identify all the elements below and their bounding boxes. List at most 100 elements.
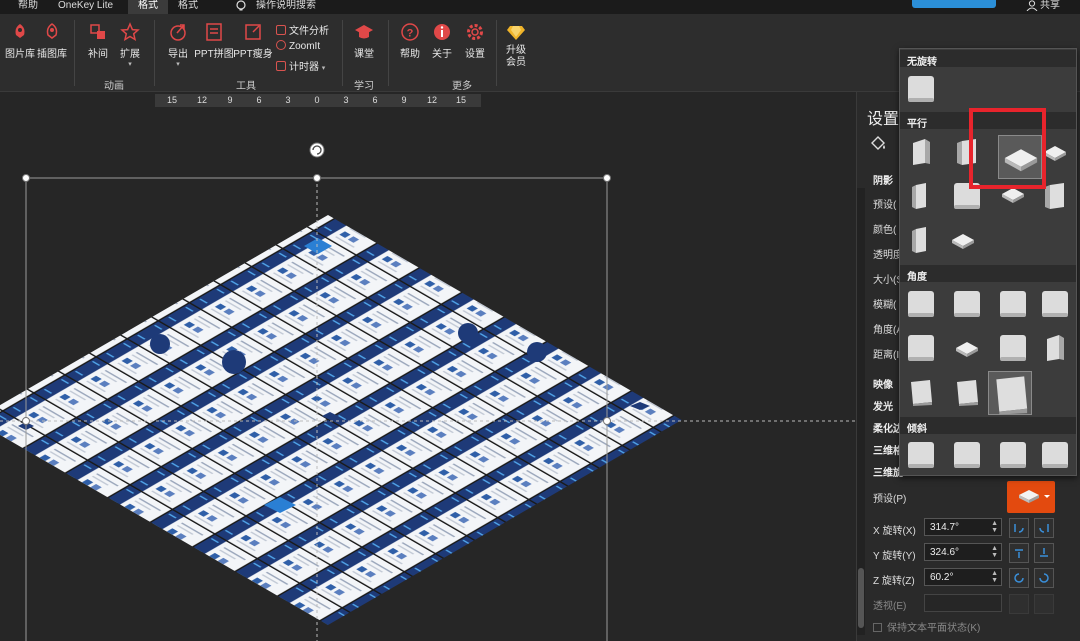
section-perspective: 角度	[900, 265, 1076, 283]
x-rotation-input[interactable]: 314.7° ▲ ▼	[924, 518, 1002, 536]
rotation-preset-label: 预设(P)	[873, 494, 907, 505]
rotate-up-button[interactable]	[1009, 543, 1029, 563]
course-button[interactable]: 课堂	[344, 22, 384, 60]
ruler-tick: 6	[256, 95, 262, 105]
timer-icon	[276, 61, 286, 71]
rotate-left-button[interactable]	[1009, 518, 1029, 538]
tab-format-active[interactable]: 格式	[128, 0, 168, 14]
rotate-down-button[interactable]	[1034, 543, 1054, 563]
rotate-down-icon	[1040, 548, 1048, 557]
rocket-icon	[15, 24, 25, 38]
preset-shape-icon	[1000, 442, 1026, 468]
preset-shape-icon	[957, 380, 978, 406]
isometric-slide-collage[interactable]	[0, 108, 856, 641]
preset-shape-icon	[913, 139, 930, 165]
paint-bucket-icon[interactable]	[869, 134, 887, 152]
rotate-ccw-icon	[1014, 573, 1024, 583]
z-rotation-input[interactable]: 60.2° ▲ ▼	[924, 568, 1002, 586]
pane-scrollbar-thumb[interactable]	[858, 568, 864, 628]
perspective-input	[924, 594, 1002, 612]
rotation-preset-tile[interactable]	[906, 333, 936, 363]
rotation-preset-tile[interactable]	[998, 440, 1028, 470]
rotation-preset-dropdown[interactable]	[1007, 481, 1055, 513]
y-rotation-input[interactable]: 324.6° ▲ ▼	[924, 543, 1002, 561]
rotation-preset-tile[interactable]	[952, 440, 982, 470]
rotate-cw-button[interactable]	[1034, 568, 1054, 588]
rotation-preset-tile[interactable]	[1040, 289, 1070, 319]
rotation-preset-tile[interactable]	[948, 225, 978, 255]
rotation-preset-tile[interactable]	[906, 377, 936, 407]
checkbox-box	[873, 623, 882, 632]
ppt-collage-button[interactable]: PPT拼图	[193, 22, 235, 60]
preset-shape-icon	[1000, 291, 1026, 317]
preset-shape-icon	[954, 291, 980, 317]
divider	[74, 20, 75, 86]
extend-button[interactable]: 扩展 ▾	[110, 22, 150, 68]
about-label: 关于	[432, 49, 452, 60]
preset-shape-icon	[908, 291, 934, 317]
slide-canvas[interactable]	[0, 108, 856, 641]
rotation-preset-tile[interactable]	[906, 225, 936, 255]
blur-label: 模糊(	[873, 300, 897, 311]
preset-shape-icon	[912, 227, 926, 253]
sync-badge[interactable]	[912, 0, 996, 8]
tab-bar: 帮助 OneKey Lite 格式 格式 操作说明搜索 共享	[0, 0, 1080, 14]
spinner-arrows-icon[interactable]: ▲ ▼	[991, 520, 998, 534]
search-help-input[interactable]: 操作说明搜索	[256, 0, 316, 14]
zoomit-button[interactable]: ZoomIt	[276, 40, 320, 52]
spinner-arrows-icon[interactable]: ▲ ▼	[991, 570, 998, 584]
rotation-preset-tile[interactable]	[1040, 333, 1070, 363]
course-label: 课堂	[354, 49, 374, 60]
ruler-tick: 9	[401, 95, 407, 105]
shadow-label[interactable]: 阴影	[873, 172, 893, 187]
rotate-ccw-button[interactable]	[1009, 568, 1029, 588]
ruler-tick: 12	[196, 95, 207, 105]
rotation-preset-tile[interactable]	[998, 289, 1028, 319]
glow-label[interactable]: 发光	[873, 398, 893, 413]
export-button[interactable]: 导出 ▾	[158, 22, 198, 68]
rotation-preset-tile[interactable]	[906, 137, 936, 167]
tab-onekey-lite[interactable]: OneKey Lite	[58, 0, 113, 14]
preset-shape-icon	[1047, 335, 1064, 361]
rotation-preset-tile[interactable]	[988, 371, 1032, 415]
rotation-preset-tile[interactable]	[906, 181, 936, 211]
rotation-preset-tile[interactable]	[952, 289, 982, 319]
share-button[interactable]: 共享	[1040, 0, 1060, 14]
illustration-library-button[interactable]: 插图库	[32, 22, 72, 60]
rotation-preset-tile[interactable]	[906, 289, 936, 319]
rotation-preset-tile[interactable]	[952, 377, 982, 407]
illustration-library-label: 插图库	[37, 49, 67, 60]
upgrade-member-label: 升级会员	[506, 45, 526, 68]
user-icon[interactable]	[1026, 0, 1038, 11]
section-oblique: 倾斜	[900, 417, 1076, 435]
svg-text:?: ?	[407, 28, 414, 40]
timer-label: 计时器	[289, 62, 319, 73]
tab-format[interactable]: 格式	[178, 0, 198, 14]
rotation-preset-tile[interactable]	[906, 440, 936, 470]
spinner-arrows-icon[interactable]: ▲ ▼	[991, 545, 998, 559]
x-rotation-value: 314.7°	[930, 522, 960, 533]
divider	[388, 20, 389, 86]
ppt-slim-button[interactable]: PPT瘦身	[232, 22, 274, 60]
rotation-preset-tile[interactable]	[952, 333, 982, 363]
ruler-tick: 12	[426, 95, 437, 105]
file-analysis-button[interactable]: 文件分析	[276, 22, 329, 37]
timer-button[interactable]: 计时器 ▾	[276, 58, 325, 73]
rotation-preset-tile[interactable]	[1040, 440, 1070, 470]
group-label-more: 更多	[452, 81, 472, 92]
reflection-label[interactable]: 映像	[873, 376, 893, 391]
preset-shape-icon	[911, 380, 932, 406]
pane-scrollbar[interactable]	[857, 188, 865, 635]
upgrade-member-button[interactable]: 升级会员	[496, 22, 536, 69]
rotate-handle-icon[interactable]	[309, 142, 325, 158]
rotation-preset-tile[interactable]	[906, 74, 936, 104]
preset-shape-icon	[908, 76, 934, 102]
ruler-tick: 3	[285, 95, 291, 105]
rotation-preset-tile[interactable]	[998, 333, 1028, 363]
settings-button[interactable]: 设置	[455, 22, 495, 60]
perspective-up-button	[1009, 594, 1029, 614]
rotate-up-icon	[1015, 549, 1023, 558]
rotate-right-button[interactable]	[1034, 518, 1054, 538]
tab-help[interactable]: 帮助	[18, 0, 38, 14]
horizontal-ruler: 15 12 9 6 3 0 3 6 9 12 15	[155, 94, 481, 107]
